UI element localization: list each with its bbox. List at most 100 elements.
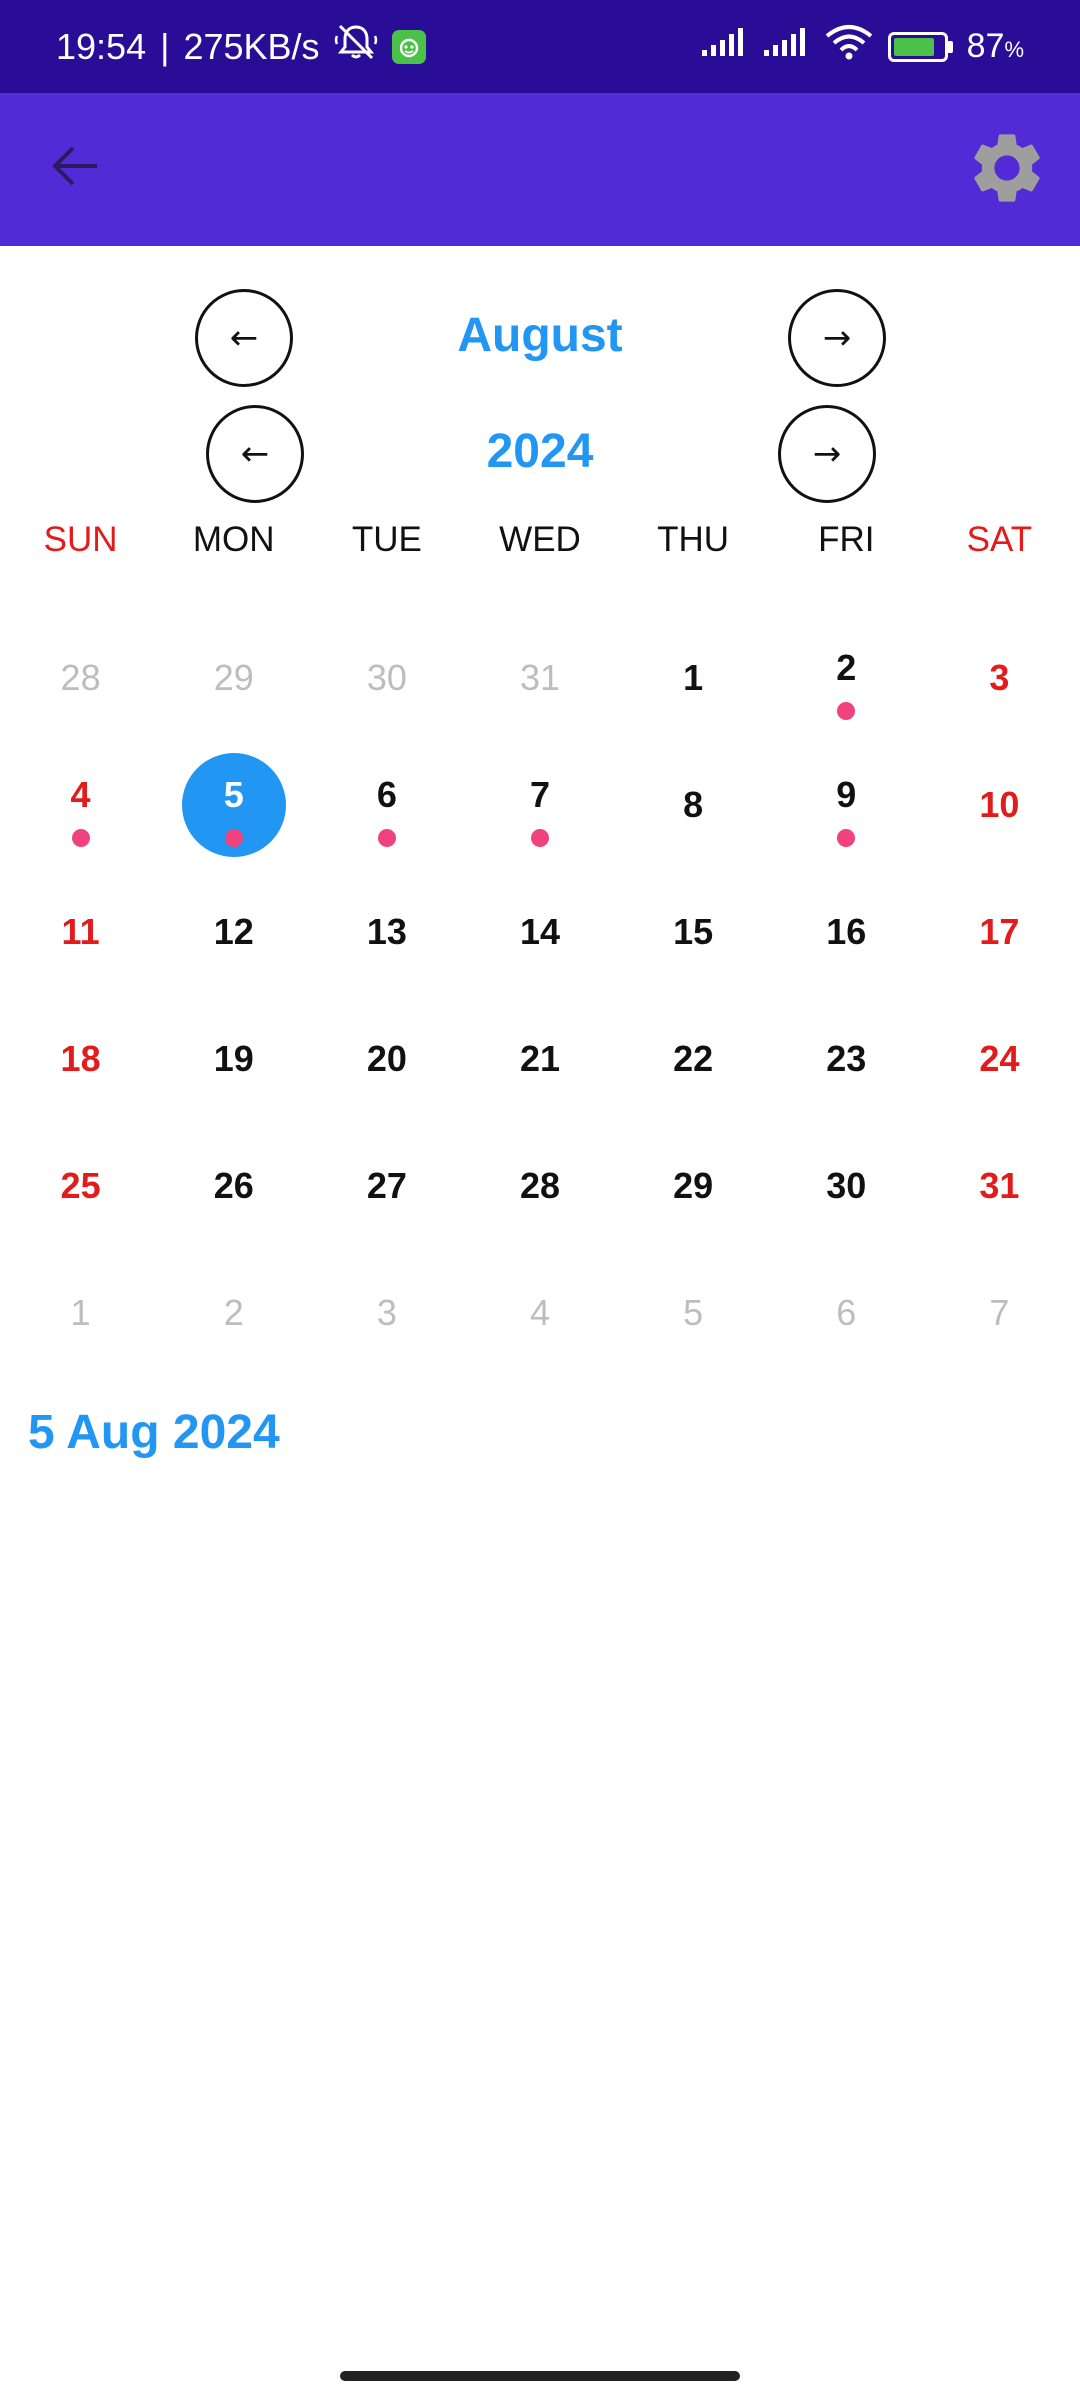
day-number: 8 xyxy=(683,783,704,825)
weekday-sun: SUN xyxy=(43,520,118,559)
home-indicator[interactable] xyxy=(340,2371,740,2381)
weekday-thu: THU xyxy=(657,520,730,559)
day-number: 3 xyxy=(989,656,1010,698)
next-month-button[interactable]: → xyxy=(788,289,886,387)
app-notification-icon xyxy=(391,29,426,64)
day-number: 10 xyxy=(979,783,1020,825)
event-dot-icon xyxy=(224,829,243,847)
year-title: 2024 xyxy=(486,425,594,478)
back-button[interactable] xyxy=(40,133,110,203)
day-cell[interactable]: 31 xyxy=(923,1122,1076,1249)
day-number: 19 xyxy=(213,1037,254,1079)
day-cell[interactable]: 11 xyxy=(4,868,157,995)
day-number: 20 xyxy=(366,1037,407,1079)
day-cell[interactable]: 24 xyxy=(923,995,1076,1122)
battery-percent-symbol: % xyxy=(1004,37,1024,62)
bell-off-icon xyxy=(334,22,378,71)
day-number: 31 xyxy=(519,656,561,698)
day-cell[interactable]: 6 xyxy=(310,741,463,868)
day-cell[interactable]: 3 xyxy=(310,1249,463,1376)
battery-body xyxy=(887,31,948,62)
day-cell[interactable]: 26 xyxy=(157,1122,310,1249)
day-number: 6 xyxy=(376,773,397,815)
day-cell[interactable]: 6 xyxy=(770,1249,923,1376)
day-cell[interactable]: 23 xyxy=(770,995,923,1122)
day-cell[interactable]: 7 xyxy=(463,741,616,868)
day-cell[interactable]: 29 xyxy=(157,614,310,741)
day-number: 31 xyxy=(979,1164,1020,1206)
status-time: 19:54 xyxy=(56,25,147,67)
day-cell[interactable]: 22 xyxy=(617,995,770,1122)
month-title: August xyxy=(457,309,623,362)
day-number: 30 xyxy=(366,656,407,698)
day-number: 24 xyxy=(979,1037,1020,1079)
day-cell[interactable]: 1 xyxy=(4,1249,157,1376)
network-speed: 275KB/s xyxy=(183,25,320,67)
calendar-grid: 28 29 30 31 1 2 3 4 5 6 7 8 9 10 11 12 13 14 15 16 17 18 19 20 2… xyxy=(0,614,1080,1376)
day-number: 4 xyxy=(529,1291,550,1333)
day-cell[interactable]: 2 xyxy=(770,614,923,741)
day-cell[interactable]: 28 xyxy=(4,614,157,741)
event-dot-icon xyxy=(377,829,396,847)
day-number: 12 xyxy=(213,910,254,952)
wifi-icon xyxy=(824,24,874,69)
day-cell[interactable]: 31 xyxy=(463,614,616,741)
day-cell[interactable]: 18 xyxy=(4,995,157,1122)
day-cell[interactable]: 4 xyxy=(463,1249,616,1376)
day-cell[interactable]: 14 xyxy=(463,868,616,995)
day-number: 25 xyxy=(60,1164,101,1206)
day-cell[interactable]: 3 xyxy=(923,614,1076,741)
day-cell[interactable]: 5 xyxy=(617,1249,770,1376)
day-cell[interactable]: 28 xyxy=(463,1122,616,1249)
day-cell[interactable]: 27 xyxy=(310,1122,463,1249)
battery-fill xyxy=(893,37,935,56)
day-cell[interactable]: 20 xyxy=(310,995,463,1122)
arrow-right-icon: → xyxy=(812,434,842,474)
status-right: 87% xyxy=(700,24,1024,69)
day-cell[interactable]: 29 xyxy=(617,1122,770,1249)
weekday-sat: SAT xyxy=(966,520,1033,559)
day-cell[interactable]: 21 xyxy=(463,995,616,1122)
status-bar: 19:54 | 275KB/s 87% xyxy=(0,0,1080,93)
day-number: 5 xyxy=(683,1291,704,1333)
day-cell[interactable]: 25 xyxy=(4,1122,157,1249)
day-cell[interactable]: 1 xyxy=(617,614,770,741)
day-number: 1 xyxy=(683,656,704,698)
day-cell[interactable]: 10 xyxy=(923,741,1076,868)
day-cell[interactable]: 8 xyxy=(617,741,770,868)
day-cell[interactable]: 15 xyxy=(617,868,770,995)
day-cell[interactable]: 12 xyxy=(157,868,310,995)
day-number: 29 xyxy=(213,656,254,698)
day-number: 4 xyxy=(70,773,91,815)
weekday-mon: MON xyxy=(192,520,275,559)
day-number: 22 xyxy=(673,1037,714,1079)
next-year-button[interactable]: → xyxy=(778,405,876,503)
day-number: 14 xyxy=(519,910,561,952)
day-cell[interactable]: 13 xyxy=(310,868,463,995)
day-cell[interactable]: 19 xyxy=(157,995,310,1122)
event-dot-icon xyxy=(837,829,856,847)
day-cell[interactable]: 16 xyxy=(770,868,923,995)
settings-button[interactable] xyxy=(964,127,1050,213)
day-cell[interactable]: 7 xyxy=(923,1249,1076,1376)
selected-date-label: 5 Aug 2024 xyxy=(28,1406,280,1459)
signal-icon xyxy=(700,26,748,67)
day-cell-selected[interactable]: 5 xyxy=(157,741,310,868)
day-number: 16 xyxy=(826,910,867,952)
day-cell[interactable]: 9 xyxy=(770,741,923,868)
day-cell[interactable]: 17 xyxy=(923,868,1076,995)
day-cell[interactable]: 2 xyxy=(157,1249,310,1376)
day-number: 13 xyxy=(366,910,407,952)
day-cell[interactable]: 30 xyxy=(770,1122,923,1249)
day-number: 23 xyxy=(826,1037,867,1079)
day-cell[interactable]: 30 xyxy=(310,614,463,741)
day-number: 7 xyxy=(989,1291,1010,1333)
day-number: 7 xyxy=(529,773,550,815)
battery-value: 87 xyxy=(966,27,1005,65)
app-bar xyxy=(0,93,1080,246)
day-cell[interactable]: 4 xyxy=(4,741,157,868)
day-number: 27 xyxy=(366,1164,407,1206)
event-dot-icon xyxy=(837,702,856,720)
day-number: 18 xyxy=(60,1037,101,1079)
arrow-back-icon xyxy=(49,144,101,193)
